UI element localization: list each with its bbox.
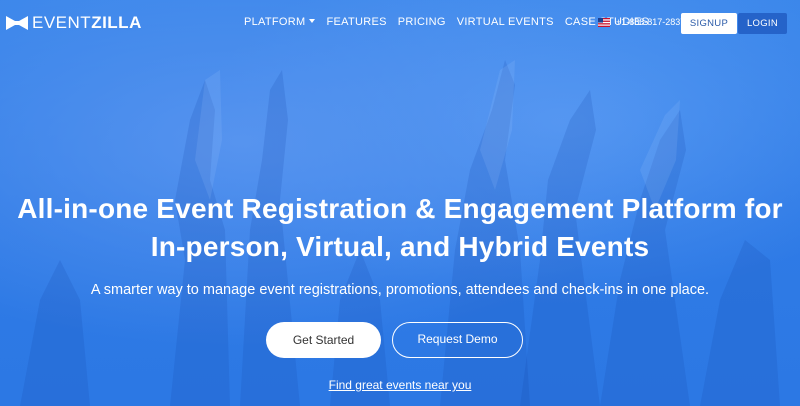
get-started-button[interactable]: Get Started xyxy=(266,322,381,358)
phone-number: +1-888-817-2837 xyxy=(616,17,686,27)
contact-phone[interactable]: +1-888-817-2837 xyxy=(598,17,685,27)
logo-wordmark: EVENTZILLA xyxy=(32,14,142,32)
eventzilla-logo[interactable]: EVENTZILLA xyxy=(6,14,142,32)
find-events-link[interactable]: Find great events near you xyxy=(0,378,800,392)
top-navigation-bar: EVENTZILLA PLATFORM FEATURES PRICING VIR… xyxy=(0,0,800,46)
logo-word-bold: ZILLA xyxy=(91,13,142,32)
login-button[interactable]: LOGIN xyxy=(738,13,787,34)
nav-item-platform[interactable]: PLATFORM xyxy=(244,16,316,28)
logo-bowtie-icon xyxy=(6,16,28,30)
hero-headline: All-in-one Event Registration & Engageme… xyxy=(0,190,800,266)
nav-item-label: PLATFORM xyxy=(244,16,306,28)
hero-headline-line-1: All-in-one Event Registration & Engageme… xyxy=(17,193,783,224)
nav-item-features[interactable]: FEATURES xyxy=(326,16,386,28)
us-flag-icon xyxy=(598,17,610,27)
signup-button[interactable]: SIGNUP xyxy=(681,13,737,34)
request-demo-button[interactable]: Request Demo xyxy=(392,322,523,358)
caret-down-icon xyxy=(309,19,316,23)
hero-subheadline: A smarter way to manage event registrati… xyxy=(90,282,710,298)
hero-headline-line-2: In-person, Virtual, and Hybrid Events xyxy=(150,231,650,262)
nav-item-pricing[interactable]: PRICING xyxy=(398,16,446,28)
logo-word-light: EVENT xyxy=(32,13,92,32)
nav-item-virtual-events[interactable]: VIRTUAL EVENTS xyxy=(457,16,554,28)
